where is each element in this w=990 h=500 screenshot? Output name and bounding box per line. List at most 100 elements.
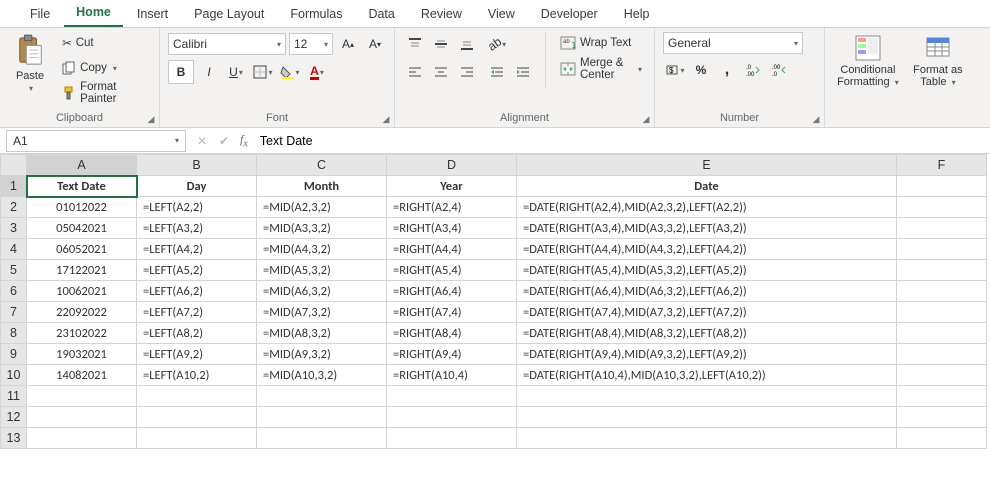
cell-D9[interactable]: =RIGHT(A9,4): [387, 344, 517, 365]
cell-A2[interactable]: 01012022: [27, 197, 137, 218]
cell-F4[interactable]: [897, 239, 987, 260]
worksheet-grid[interactable]: A B C D E F 1 Text Date Day Month Year D…: [0, 154, 987, 449]
cell-B5[interactable]: =LEFT(A5,2): [137, 260, 257, 281]
tab-page-layout[interactable]: Page Layout: [182, 2, 276, 27]
tab-insert[interactable]: Insert: [125, 2, 180, 27]
cell-B11[interactable]: [137, 386, 257, 407]
cell-B2[interactable]: =LEFT(A2,2): [137, 197, 257, 218]
cell-C7[interactable]: =MID(A7,3,2): [257, 302, 387, 323]
cell-E11[interactable]: [517, 386, 897, 407]
cell-D6[interactable]: =RIGHT(A6,4): [387, 281, 517, 302]
decrease-decimal-button[interactable]: .00.0: [767, 58, 791, 82]
cell-D8[interactable]: =RIGHT(A8,4): [387, 323, 517, 344]
cell-E2[interactable]: =DATE(RIGHT(A2,4),MID(A2,3,2),LEFT(A2,2)…: [517, 197, 897, 218]
cell-A1[interactable]: Text Date: [27, 176, 137, 197]
decrease-indent-button[interactable]: [485, 60, 509, 84]
cell-F5[interactable]: [897, 260, 987, 281]
format-as-table-button[interactable]: Format as Table ▾: [909, 32, 967, 90]
row-header-4[interactable]: 4: [1, 239, 27, 260]
cell-B8[interactable]: =LEFT(A8,2): [137, 323, 257, 344]
increase-decimal-button[interactable]: .0.00: [741, 58, 765, 82]
cell-F10[interactable]: [897, 365, 987, 386]
align-left-button[interactable]: [403, 60, 427, 84]
merge-center-button[interactable]: Merge & Center ▾: [556, 58, 646, 80]
cell-B4[interactable]: =LEFT(A4,2): [137, 239, 257, 260]
cell-A12[interactable]: [27, 407, 137, 428]
cell-F2[interactable]: [897, 197, 987, 218]
cell-F11[interactable]: [897, 386, 987, 407]
cell-D13[interactable]: [387, 428, 517, 449]
cell-C8[interactable]: =MID(A8,3,2): [257, 323, 387, 344]
cell-D11[interactable]: [387, 386, 517, 407]
cell-D4[interactable]: =RIGHT(A4,4): [387, 239, 517, 260]
col-header-E[interactable]: E: [517, 155, 897, 176]
cell-B7[interactable]: =LEFT(A7,2): [137, 302, 257, 323]
tab-view[interactable]: View: [476, 2, 527, 27]
cell-B13[interactable]: [137, 428, 257, 449]
font-launcher[interactable]: ◢: [380, 113, 392, 125]
cell-A9[interactable]: 19032021: [27, 344, 137, 365]
cell-D5[interactable]: =RIGHT(A5,4): [387, 260, 517, 281]
underline-button[interactable]: U▾: [224, 60, 248, 84]
font-size-combo[interactable]: 12▾: [289, 33, 333, 55]
tab-developer[interactable]: Developer: [529, 2, 610, 27]
cell-C3[interactable]: =MID(A3,3,2): [257, 218, 387, 239]
cell-E1[interactable]: Date: [517, 176, 897, 197]
cell-E8[interactable]: =DATE(RIGHT(A8,4),MID(A8,3,2),LEFT(A8,2)…: [517, 323, 897, 344]
cell-C4[interactable]: =MID(A4,3,2): [257, 239, 387, 260]
cell-D1[interactable]: Year: [387, 176, 517, 197]
row-header-3[interactable]: 3: [1, 218, 27, 239]
cell-E13[interactable]: [517, 428, 897, 449]
cell-D12[interactable]: [387, 407, 517, 428]
cut-button[interactable]: ✂ Cut: [58, 32, 151, 54]
number-format-combo[interactable]: General▾: [663, 32, 803, 54]
cancel-formula-button[interactable]: ✕: [192, 134, 212, 148]
row-header-7[interactable]: 7: [1, 302, 27, 323]
cell-B9[interactable]: =LEFT(A9,2): [137, 344, 257, 365]
italic-button[interactable]: I: [197, 60, 221, 84]
cell-E5[interactable]: =DATE(RIGHT(A5,4),MID(A5,3,2),LEFT(A5,2)…: [517, 260, 897, 281]
fx-icon[interactable]: fx: [240, 132, 248, 149]
cell-C12[interactable]: [257, 407, 387, 428]
cell-D3[interactable]: =RIGHT(A3,4): [387, 218, 517, 239]
cell-B3[interactable]: =LEFT(A3,2): [137, 218, 257, 239]
row-header-6[interactable]: 6: [1, 281, 27, 302]
cell-A11[interactable]: [27, 386, 137, 407]
cell-F9[interactable]: [897, 344, 987, 365]
name-box[interactable]: A1 ▾: [6, 130, 186, 152]
row-header-2[interactable]: 2: [1, 197, 27, 218]
font-name-combo[interactable]: Calibri▾: [168, 33, 286, 55]
cell-D2[interactable]: =RIGHT(A2,4): [387, 197, 517, 218]
cell-D7[interactable]: =RIGHT(A7,4): [387, 302, 517, 323]
col-header-A[interactable]: A: [27, 155, 137, 176]
cell-F8[interactable]: [897, 323, 987, 344]
col-header-C[interactable]: C: [257, 155, 387, 176]
cell-A3[interactable]: 05042021: [27, 218, 137, 239]
wrap-text-button[interactable]: ab Wrap Text: [556, 32, 646, 54]
cell-F12[interactable]: [897, 407, 987, 428]
row-header-9[interactable]: 9: [1, 344, 27, 365]
row-header-13[interactable]: 13: [1, 428, 27, 449]
bold-button[interactable]: B: [168, 60, 194, 84]
formula-input[interactable]: [254, 130, 990, 152]
cell-B10[interactable]: =LEFT(A10,2): [137, 365, 257, 386]
cell-E12[interactable]: [517, 407, 897, 428]
cell-C5[interactable]: =MID(A5,3,2): [257, 260, 387, 281]
decrease-font-button[interactable]: A▾: [363, 32, 387, 56]
cell-C11[interactable]: [257, 386, 387, 407]
accounting-format-button[interactable]: $▾: [663, 58, 687, 82]
cell-B12[interactable]: [137, 407, 257, 428]
cell-B1[interactable]: Day: [137, 176, 257, 197]
cell-C13[interactable]: [257, 428, 387, 449]
tab-file[interactable]: File: [18, 2, 62, 27]
cell-C10[interactable]: =MID(A10,3,2): [257, 365, 387, 386]
tab-review[interactable]: Review: [409, 2, 474, 27]
cell-F6[interactable]: [897, 281, 987, 302]
font-color-button[interactable]: A▾: [305, 60, 329, 84]
align-center-button[interactable]: [429, 60, 453, 84]
col-header-F[interactable]: F: [897, 155, 987, 176]
row-header-11[interactable]: 11: [1, 386, 27, 407]
select-all-corner[interactable]: [1, 155, 27, 176]
alignment-launcher[interactable]: ◢: [640, 113, 652, 125]
tab-help[interactable]: Help: [612, 2, 662, 27]
